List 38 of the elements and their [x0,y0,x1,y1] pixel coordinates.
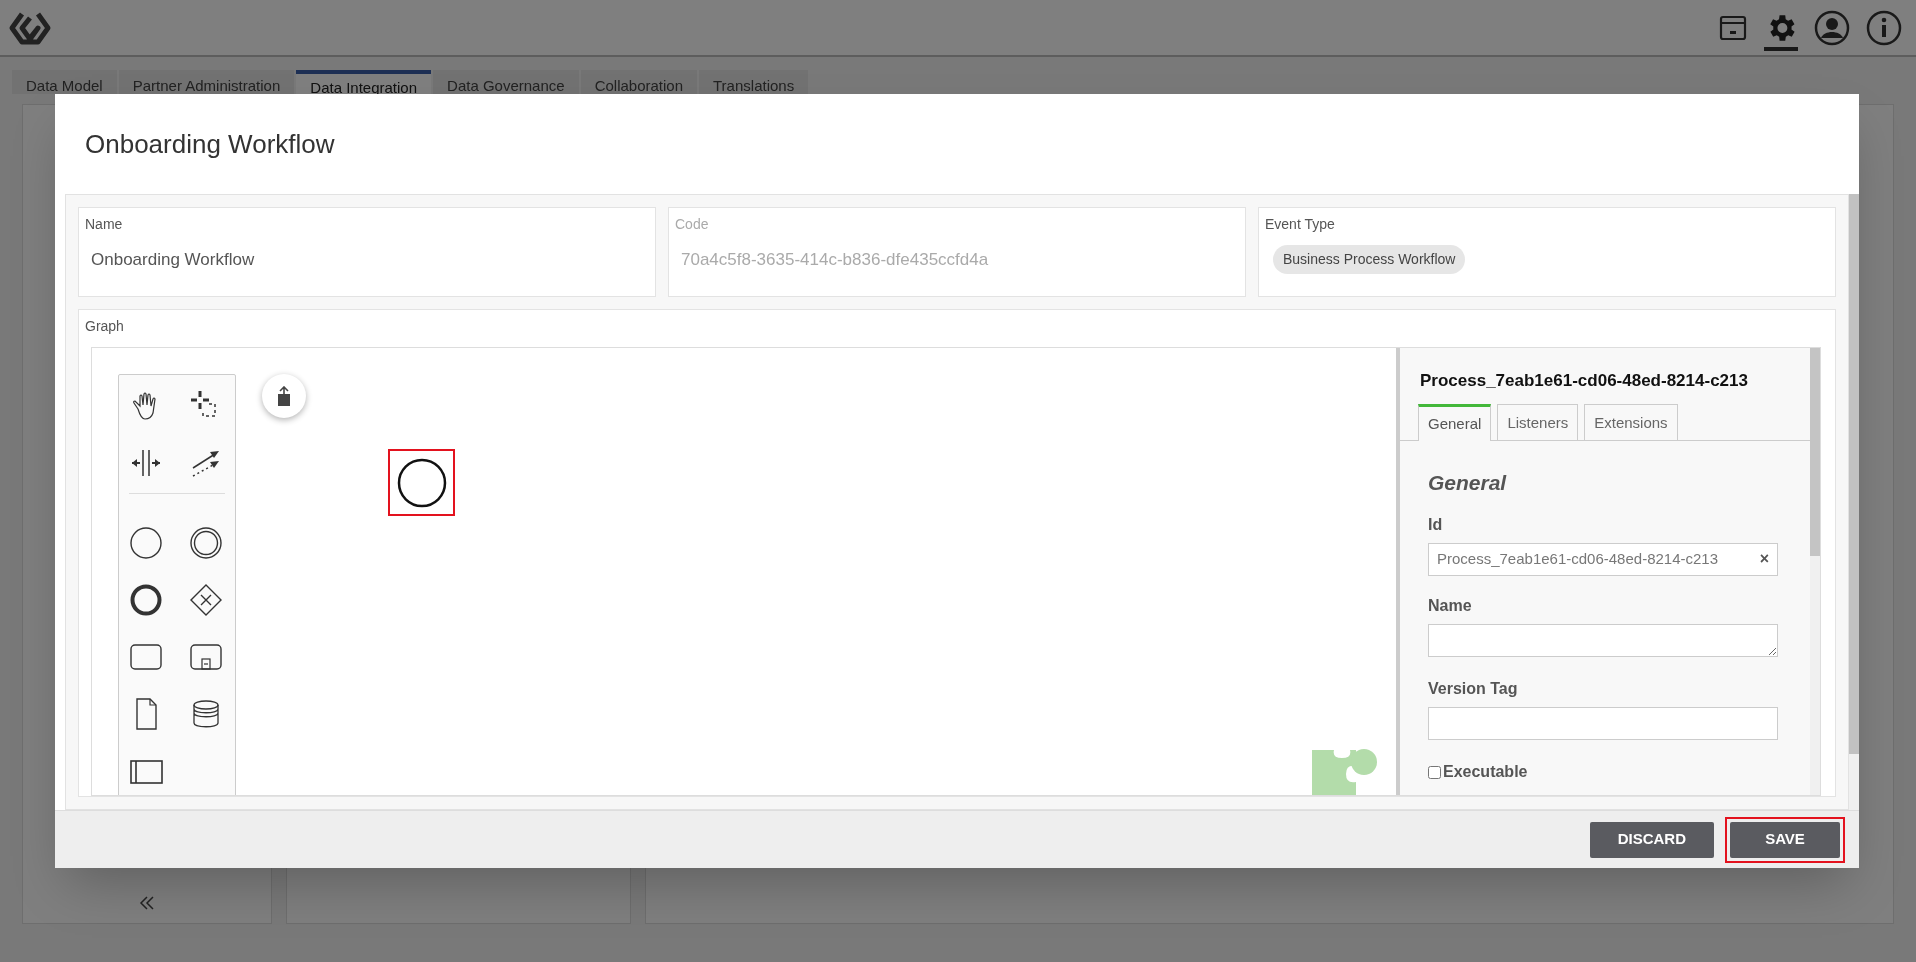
clear-button[interactable]: × [1759,547,1769,571]
panel-tab[interactable]: Extensions [1584,403,1678,440]
info-icon[interactable] [1866,9,1902,46]
executable-checkbox[interactable] [1428,765,1441,779]
export-button[interactable] [262,374,306,418]
circle-icon[interactable] [129,526,163,560]
dialog-title: Onboarding Workflow [85,127,335,161]
start-event-circle[interactable] [396,457,447,508]
user-icon[interactable] [1814,9,1850,46]
double-circle-icon[interactable] [189,526,223,560]
text-field[interactable]: Name Onboarding Workflow [78,207,656,297]
name-input[interactable] [1428,623,1778,657]
properties-title: Process_7eab1e61-cd06-48ed-8214-c213 [1419,370,1749,392]
field-label: Name [1428,595,1473,616]
puzzle-logo-icon [1312,748,1378,795]
nav-tab[interactable]: Data Integration [296,70,432,94]
event-type-chip[interactable]: Business Process Workflow [1273,245,1466,274]
gateway-icon[interactable] [189,583,223,617]
panel-tab[interactable]: General [1418,403,1492,441]
nav-tab[interactable]: Collaboration [580,70,697,94]
share-icon [276,386,292,406]
checkbox-label: Executable [1443,761,1528,782]
version-tag-input[interactable] [1428,706,1778,740]
field-label: Version Tag [1428,678,1519,699]
id-input[interactable]: Process_7eab1e61-cd06-48ed-8214-c213 × [1428,542,1778,576]
section-heading: General [1428,470,1508,496]
collapse-icon[interactable] [139,895,155,911]
thick-circle-icon[interactable] [129,583,163,617]
dialog-button[interactable]: DISCARD [1589,821,1714,858]
field-label: Id [1428,514,1444,535]
field-label: Graph [85,317,125,336]
nav-tab[interactable]: Partner Administration [118,70,295,94]
dialog-button[interactable]: SAVE [1730,821,1840,858]
nav-tab[interactable]: Data Governance [433,70,579,94]
field-label: Event Type [1265,215,1335,234]
nav-tab[interactable]: Translations [699,70,809,94]
panel-tab[interactable]: Listeners [1497,403,1579,440]
nav-tab[interactable]: Data Model [12,70,117,94]
